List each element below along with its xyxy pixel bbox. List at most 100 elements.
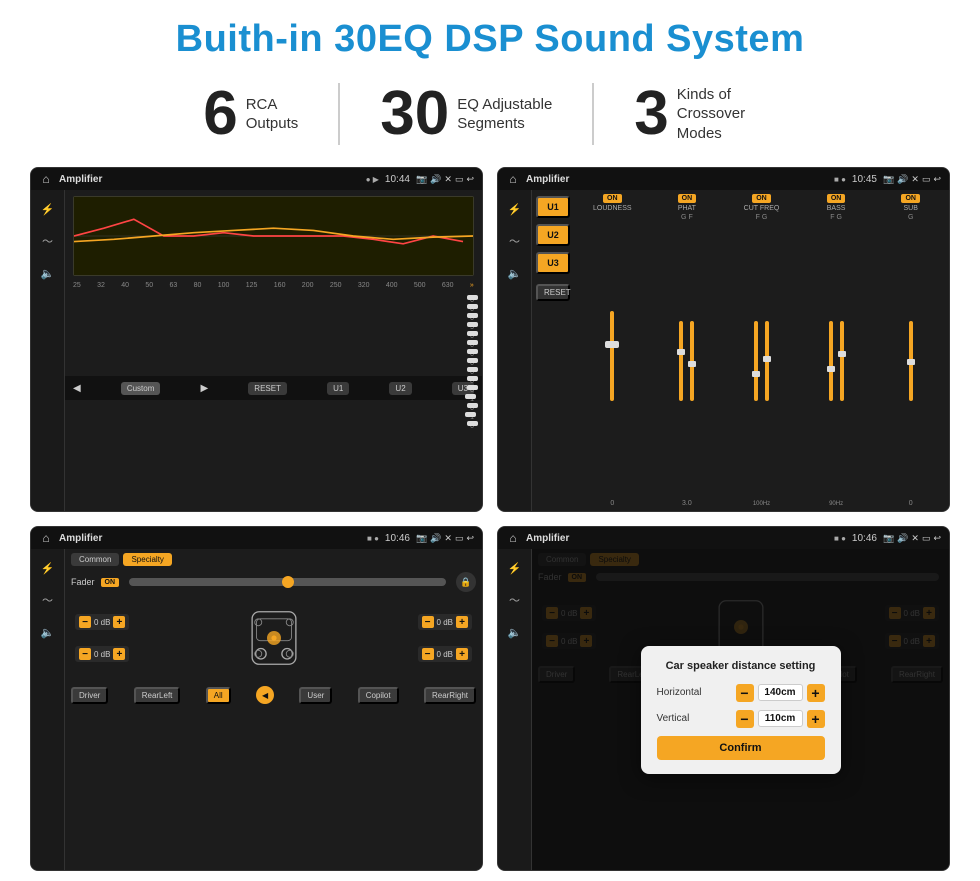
vol-right-bottom-minus[interactable]: − bbox=[422, 648, 434, 660]
screen-speaker-main: Common Specialty Fader ON 🔒 bbox=[65, 549, 482, 870]
eq-sidebar-filter-icon[interactable]: ⚡ bbox=[37, 198, 59, 220]
stat-crossover-label: Kinds ofCrossover Modes bbox=[677, 85, 777, 144]
eq-slider-col-1[interactable]: 0 bbox=[470, 304, 474, 313]
screen-distance-sidebar: ⚡ 〜 🔈 bbox=[498, 549, 532, 870]
home-icon-2[interactable]: ⌂ bbox=[506, 172, 520, 186]
crossover-u3-btn[interactable]: U3 bbox=[536, 252, 570, 274]
cutfreq-on-badge[interactable]: ON bbox=[752, 194, 771, 203]
speaker-rearleft-btn[interactable]: RearLeft bbox=[134, 687, 181, 704]
crossover-u2-btn[interactable]: U2 bbox=[536, 224, 570, 246]
eq-slider-col-8[interactable]: 0 bbox=[470, 367, 474, 376]
eq-slider-col-5[interactable]: 0 bbox=[470, 340, 474, 349]
fader-slider[interactable] bbox=[129, 578, 446, 586]
eq-sidebar-speaker-icon[interactable]: 🔈 bbox=[37, 262, 59, 284]
crossover-sidebar-wave-icon[interactable]: 〜 bbox=[504, 230, 526, 252]
crossover-layout: U1 U2 U3 RESET ON LOUDNESS bbox=[532, 190, 949, 511]
speaker-copilot-btn[interactable]: Copilot bbox=[358, 687, 399, 704]
dialog-vertical-minus[interactable]: − bbox=[736, 710, 754, 728]
vol-left-top-plus[interactable]: + bbox=[113, 616, 125, 628]
eq-slider-col-9[interactable]: 0 bbox=[470, 376, 474, 385]
cutfreq-sliders[interactable] bbox=[752, 223, 771, 499]
speaker-tab-common[interactable]: Common bbox=[71, 553, 119, 566]
speaker-tabs: Common Specialty bbox=[71, 553, 476, 566]
eq-slider-col-14[interactable]: 0 bbox=[470, 421, 474, 430]
fader-on-badge[interactable]: ON bbox=[101, 578, 120, 587]
distance-sidebar-speaker-icon[interactable]: 🔈 bbox=[504, 621, 526, 643]
speaker-user-btn[interactable]: User bbox=[299, 687, 332, 704]
distance-sidebar-wave-icon[interactable]: 〜 bbox=[504, 589, 526, 611]
car-svg bbox=[239, 603, 309, 673]
dialog-overlay: Car speaker distance setting Horizontal … bbox=[532, 549, 949, 870]
home-icon-4[interactable]: ⌂ bbox=[506, 531, 520, 545]
speaker-rearright-btn[interactable]: RearRight bbox=[424, 687, 476, 704]
speaker-sidebar-wave-icon[interactable]: 〜 bbox=[37, 589, 59, 611]
eq-slider-col-4[interactable]: 0 bbox=[470, 331, 474, 340]
vol-right-top-plus[interactable]: + bbox=[456, 616, 468, 628]
eq-slider-col-6[interactable]: 0 bbox=[470, 349, 474, 358]
dialog-vertical-plus[interactable]: + bbox=[807, 710, 825, 728]
crossover-u1-btn[interactable]: U1 bbox=[536, 196, 570, 218]
crossover-reset-btn[interactable]: RESET bbox=[536, 284, 570, 301]
vol-left-bottom-plus[interactable]: + bbox=[113, 648, 125, 660]
speaker-arrow-left[interactable]: ◀ bbox=[256, 686, 274, 704]
eq-u1-btn[interactable]: U1 bbox=[327, 382, 349, 395]
bass-on-badge[interactable]: ON bbox=[827, 194, 846, 203]
eq-slider-col-0[interactable]: 0 bbox=[470, 295, 474, 304]
eq-graph bbox=[73, 196, 474, 276]
speaker-sidebar-speaker-icon[interactable]: 🔈 bbox=[37, 621, 59, 643]
vol-right-bottom-plus[interactable]: + bbox=[456, 648, 468, 660]
home-icon[interactable]: ⌂ bbox=[39, 172, 53, 186]
eq-sidebar-wave-icon[interactable]: 〜 bbox=[37, 230, 59, 252]
dialog-horizontal-plus[interactable]: + bbox=[807, 684, 825, 702]
phat-vals: 3.0 bbox=[682, 500, 692, 507]
sub-on-badge[interactable]: ON bbox=[901, 194, 920, 203]
stat-rca: 6 RCAOutputs bbox=[163, 83, 340, 145]
crossover-sidebar-filter-icon[interactable]: ⚡ bbox=[504, 198, 526, 220]
stat-eq: 30 EQ AdjustableSegments bbox=[340, 83, 594, 145]
eq-slider-col-2[interactable]: 0 bbox=[470, 313, 474, 322]
speaker-driver-btn[interactable]: Driver bbox=[71, 687, 108, 704]
vol-left: − 0 dB + − 0 dB + bbox=[75, 614, 129, 662]
home-icon-3[interactable]: ⌂ bbox=[39, 531, 53, 545]
eq-slider-col-3[interactable]: 5 bbox=[470, 322, 474, 331]
crossover-sidebar-speaker-icon[interactable]: 🔈 bbox=[504, 262, 526, 284]
dialog-vertical-label: Vertical bbox=[657, 713, 722, 724]
fader-handle bbox=[282, 576, 294, 588]
vol-left-bottom-minus[interactable]: − bbox=[79, 648, 91, 660]
bass-sliders[interactable] bbox=[827, 223, 846, 499]
vol-right-top-minus[interactable]: − bbox=[422, 616, 434, 628]
sub-g-label: G bbox=[908, 214, 913, 221]
eq-slider-col-13[interactable]: -1 bbox=[468, 412, 474, 421]
crossover-col-bass: ON BASS FG 90Hz bbox=[800, 194, 873, 507]
eq-reset-btn[interactable]: RESET bbox=[248, 382, 287, 395]
loudness-slider[interactable] bbox=[603, 214, 621, 498]
speaker-tab-specialty[interactable]: Specialty bbox=[123, 553, 171, 566]
eq-u2-btn[interactable]: U2 bbox=[389, 382, 411, 395]
dialog-confirm-btn[interactable]: Confirm bbox=[657, 736, 825, 760]
dialog-vertical-row: Vertical − 110cm + bbox=[657, 710, 825, 728]
dialog-horizontal-minus[interactable]: − bbox=[736, 684, 754, 702]
dialog-horizontal-value: 140cm bbox=[758, 684, 803, 701]
eq-custom-btn[interactable]: Custom bbox=[121, 382, 161, 395]
fader-lock-icon[interactable]: 🔒 bbox=[456, 572, 476, 592]
eq-slider-col-7[interactable]: 0 bbox=[470, 358, 474, 367]
eq-slider-col-10[interactable]: 0 bbox=[470, 385, 474, 394]
sub-slider[interactable] bbox=[907, 223, 915, 498]
fader-label: Fader bbox=[71, 577, 95, 587]
speaker-sidebar-filter-icon[interactable]: ⚡ bbox=[37, 557, 59, 579]
speaker-all-btn[interactable]: All bbox=[206, 687, 231, 704]
loudness-val: 0 bbox=[610, 500, 614, 507]
distance-sidebar-filter-icon[interactable]: ⚡ bbox=[504, 557, 526, 579]
stat-crossover: 3 Kinds ofCrossover Modes bbox=[594, 83, 816, 145]
phat-on-badge[interactable]: ON bbox=[678, 194, 697, 203]
eq-freq-labels: 25 32 40 50 63 80 100 125 160 200 250 32… bbox=[65, 280, 482, 291]
vol-left-top-minus[interactable]: − bbox=[79, 616, 91, 628]
phat-sliders[interactable] bbox=[677, 223, 696, 498]
crossover-col-phat: ON PHAT GF 3.0 bbox=[651, 194, 724, 507]
loudness-on-badge[interactable]: ON bbox=[603, 194, 622, 203]
dialog-horizontal-control: − 140cm + bbox=[736, 684, 825, 702]
bass-labels: FG bbox=[830, 214, 842, 221]
eq-slider-col-12[interactable]: 0 bbox=[470, 403, 474, 412]
eq-slider-col-11[interactable]: -1 bbox=[468, 394, 474, 403]
phat-label: PHAT bbox=[678, 205, 696, 212]
